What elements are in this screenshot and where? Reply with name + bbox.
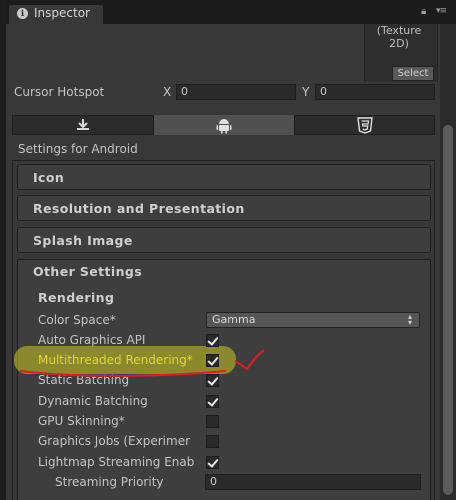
underline-annotation	[19, 370, 227, 377]
annotation-overlay	[19, 349, 265, 377]
checkmark-annotation	[234, 349, 265, 371]
